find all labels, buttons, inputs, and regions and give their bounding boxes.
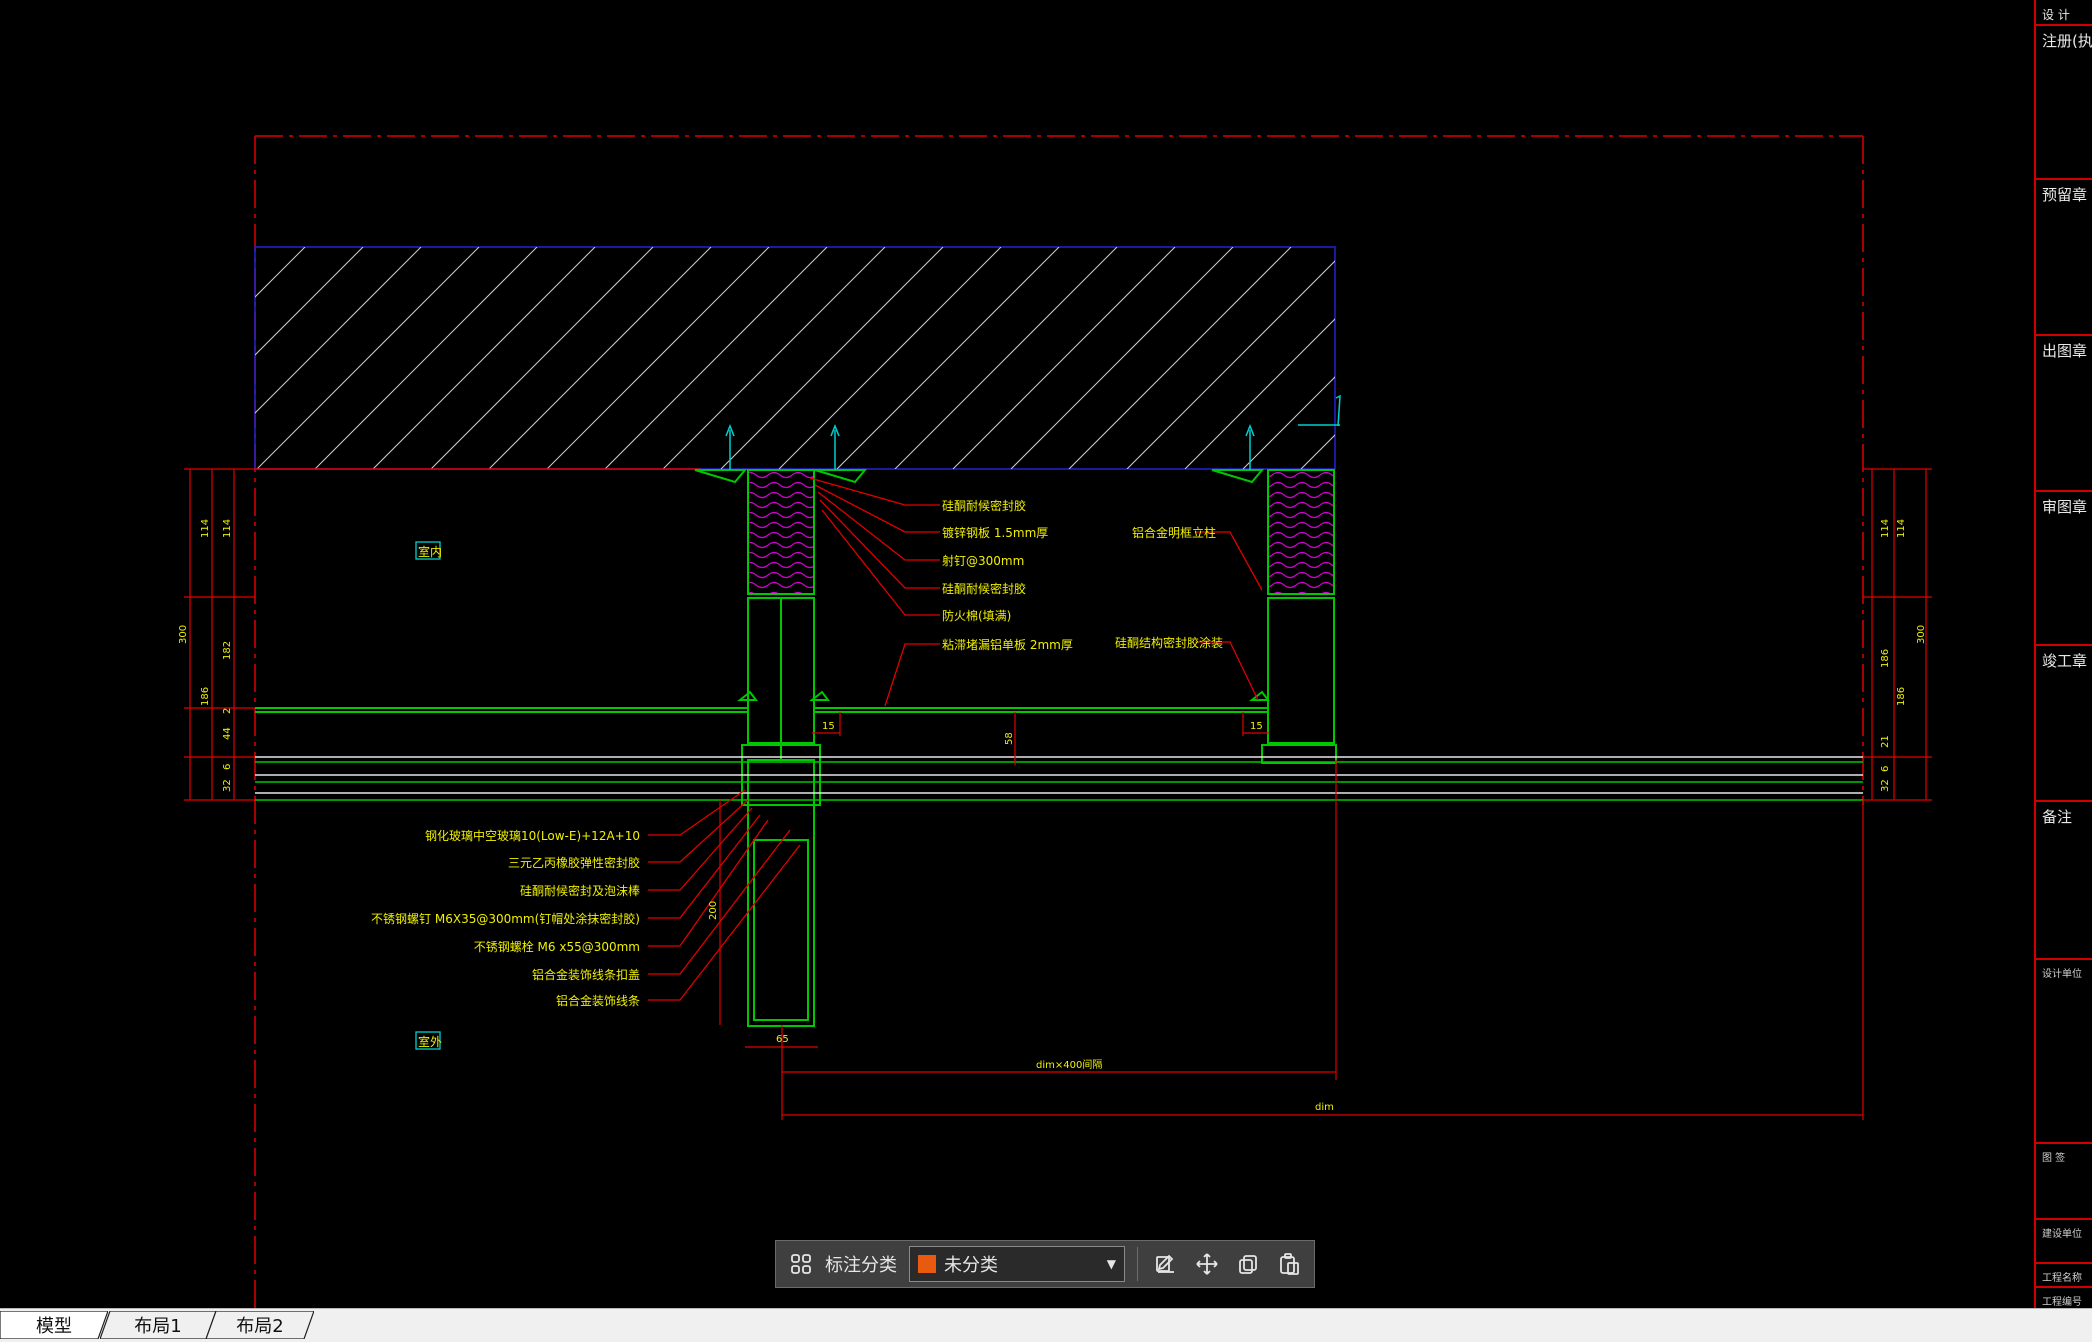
- toolbar-divider: [1137, 1247, 1138, 1281]
- dim-58: 58: [1004, 732, 1015, 745]
- callout-alu-panel: 粘滞堵漏铝单板 2mm厚: [942, 637, 1073, 652]
- dim-left-300: 300: [178, 625, 189, 644]
- tab-layout2[interactable]: 布局2: [206, 1311, 314, 1339]
- dim-right-114b: 114: [1896, 519, 1907, 538]
- dim-right-114a: 114: [1880, 519, 1891, 538]
- grid-button[interactable]: [784, 1247, 817, 1281]
- tb-remarks: 备注: [2036, 800, 2092, 958]
- concrete-slab: [254, 246, 1336, 470]
- callout-bolt: 不锈钢螺栓 M6 x55@300mm: [474, 939, 640, 954]
- paste-button[interactable]: [1273, 1247, 1306, 1281]
- dim-left-32: 32: [222, 779, 233, 792]
- tb-reserved-stamp: 预留章: [2036, 178, 2092, 334]
- tb-design: 设 计: [2036, 0, 2092, 24]
- dimension-texts: 300 114 114 182 186 2 44 6 32 114 114 18…: [178, 519, 1927, 1113]
- category-selected-value: 未分类: [944, 1255, 998, 1276]
- tab-layout2-label: 布局2: [236, 1316, 284, 1337]
- dim-65: 65: [776, 1034, 789, 1045]
- callout-sealant-2: 硅酮耐候密封胶: [942, 581, 1026, 596]
- callout-sealant-foam: 硅酮耐候密封及泡沫棒: [520, 883, 640, 898]
- callout-structural-sealant: 硅酮结构密封胶涂装: [1115, 635, 1223, 650]
- category-color-swatch: [918, 1255, 936, 1273]
- dim-left-2: 2: [222, 708, 233, 714]
- move-button[interactable]: [1191, 1247, 1224, 1281]
- copy-button[interactable]: [1232, 1247, 1265, 1281]
- callout-cover-cap: 铝合金装饰线条扣盖: [532, 967, 640, 982]
- annotation-category-select[interactable]: 未分类 ▼: [909, 1246, 1126, 1282]
- tb-client: 建设单位: [2036, 1218, 2092, 1262]
- callout-mullion: 铝合金明框立柱: [1132, 525, 1216, 540]
- paste-icon: [1280, 1253, 1300, 1275]
- dim-15b: 15: [1250, 721, 1263, 732]
- grid-icon: [790, 1254, 811, 1274]
- annotation-toolbar: 标注分类 未分类 ▼: [775, 1240, 1315, 1288]
- annotation-category-label: 标注分类: [825, 1255, 897, 1276]
- dim-right-32: 32: [1880, 779, 1891, 792]
- glass-panes: [255, 756, 1863, 801]
- dim-15a: 15: [822, 721, 835, 732]
- dim-left-114a: 114: [200, 519, 211, 538]
- move-icon: [1196, 1253, 1219, 1275]
- tab-layout1[interactable]: 布局1: [100, 1311, 216, 1339]
- anchor-bolts: [725, 394, 1341, 470]
- dim-200: 200: [708, 901, 719, 920]
- dim-right-186b: 186: [1896, 687, 1907, 706]
- dim-left-44: 44: [222, 727, 233, 740]
- dim-right-6: 6: [1880, 766, 1891, 772]
- room-label-outdoor: 室外: [415, 1031, 442, 1050]
- callout-glass: 钢化玻璃中空玻璃10(Low-E)+12A+10: [425, 828, 640, 843]
- tb-project-no: 工程编号: [2036, 1286, 2092, 1308]
- fire-insulation-left: [747, 469, 815, 595]
- title-block: 设 计 注册(执业 预留章 出图章 审图章 竣工章 备注 设计单位 图 签 建设…: [2034, 0, 2092, 1308]
- cad-drawing-canvas[interactable]: 室内 室外 硅酮耐候密封胶 镀锌钢板 1.5mm厚 射钉@300mm 硅酮耐候密…: [0, 0, 2092, 1308]
- tab-layout1-label: 布局1: [134, 1316, 182, 1337]
- dim-total: dim: [1315, 1102, 1334, 1113]
- copy-icon: [1239, 1255, 1258, 1274]
- edit-icon: [1156, 1254, 1175, 1273]
- callout-sealant-1: 硅酮耐候密封胶: [942, 498, 1026, 513]
- room-label-indoor: 室内: [415, 541, 442, 560]
- dim-left-114b: 114: [222, 519, 233, 538]
- fire-insulation-right: [1267, 469, 1335, 595]
- dim-right-21: 21: [1880, 735, 1891, 748]
- tab-model-label: 模型: [36, 1316, 72, 1337]
- tb-registered: 注册(执业: [2036, 24, 2092, 178]
- dimension-lines: [184, 468, 1932, 1120]
- outer-frame: [254, 135, 1864, 1308]
- dim-left-186: 186: [200, 687, 211, 706]
- tab-model[interactable]: 模型: [0, 1311, 108, 1339]
- callout-steel-plate: 镀锌钢板 1.5mm厚: [942, 526, 1048, 540]
- svg-text:室内: 室内: [418, 544, 442, 559]
- tb-design-unit: 设计单位: [2036, 958, 2092, 1142]
- svg-text:室外: 室外: [418, 1034, 442, 1049]
- callout-fire-wool: 防火棉(填满): [942, 608, 1011, 623]
- dim-spacing: dim×400间隔: [1036, 1058, 1102, 1071]
- callouts-right: 硅酮耐候密封胶 镀锌钢板 1.5mm厚 射钉@300mm 硅酮耐候密封胶 防火棉…: [942, 498, 1223, 652]
- tb-review-stamp: 审图章: [2036, 490, 2092, 644]
- edit-button[interactable]: [1150, 1247, 1183, 1281]
- callout-trim: 铝合金装饰线条: [556, 993, 640, 1008]
- dim-left-182: 182: [222, 641, 233, 660]
- callout-screw: 不锈钢螺钉 M6X35@300mm(钉帽处涂抹密封胶): [371, 911, 640, 926]
- chevron-down-icon: ▼: [1106, 1257, 1117, 1271]
- callout-nail: 射钉@300mm: [942, 553, 1024, 568]
- tb-completion-stamp: 竣工章: [2036, 644, 2092, 800]
- dim-right-300: 300: [1916, 625, 1927, 644]
- dim-left-6: 6: [222, 764, 233, 770]
- callout-epdm: 三元乙丙橡胶弹性密封胶: [508, 855, 640, 870]
- tb-issue-stamp: 出图章: [2036, 334, 2092, 490]
- callouts-left: 钢化玻璃中空玻璃10(Low-E)+12A+10 三元乙丙橡胶弹性密封胶 硅酮耐…: [371, 828, 640, 1008]
- layout-tab-bar: 模型 布局1 布局2: [0, 1308, 2092, 1342]
- tb-project-name: 工程名称: [2036, 1262, 2092, 1286]
- tb-sign: 图 签: [2036, 1142, 2092, 1218]
- dim-right-186a: 186: [1880, 649, 1891, 668]
